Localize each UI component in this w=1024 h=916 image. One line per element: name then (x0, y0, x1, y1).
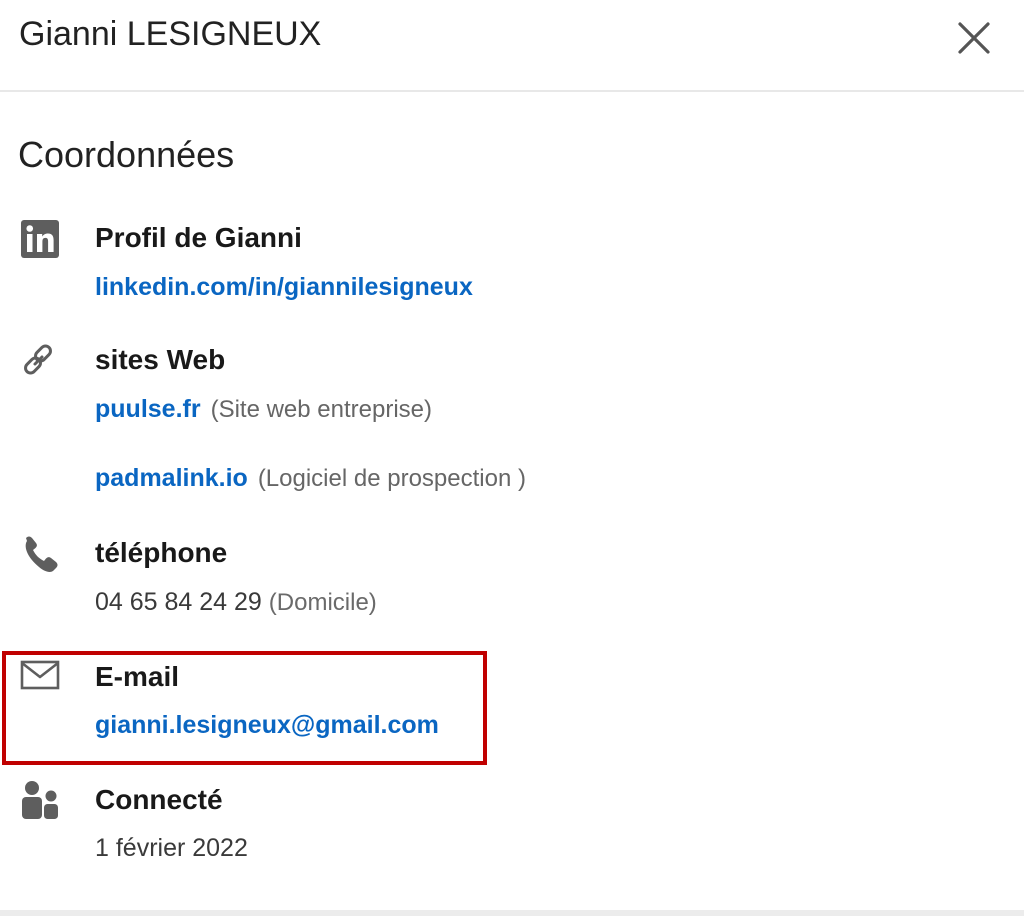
close-icon[interactable] (952, 16, 996, 60)
close-button[interactable] (952, 16, 996, 60)
email-highlight-box (2, 651, 487, 765)
modal-header: Gianni LESIGNEUX (0, 0, 1024, 92)
website-link[interactable]: puulse.fr (95, 395, 201, 423)
phone-value: 04 65 84 24 29 (Domicile) (95, 586, 377, 619)
phone-number: 04 65 84 24 29 (95, 588, 262, 616)
phone-note: (Domicile) (268, 589, 377, 616)
website-item: puulse.fr (Site web entreprise) (95, 393, 432, 426)
people-icon (20, 780, 62, 822)
connected-date: 1 février 2022 (95, 834, 248, 862)
modal-title: Gianni LESIGNEUX (19, 15, 322, 53)
connected-label: Connecté (95, 784, 223, 815)
email-label: E-mail (95, 661, 180, 692)
bottom-divider (0, 910, 1024, 916)
phone-icon (20, 533, 62, 575)
profile-link[interactable]: linkedin.com/in/giannilesigneux (95, 271, 473, 303)
envelope-icon (20, 658, 62, 700)
website-link[interactable]: padmalink.io (95, 464, 248, 492)
linkedin-icon (20, 219, 62, 261)
email-link[interactable]: gianni.lesigneux@gmail.com (95, 709, 439, 741)
website-note: (Logiciel de prospection ) (257, 465, 526, 492)
websites-label: sites Web (95, 344, 226, 375)
section-title: Coordonnées (18, 134, 235, 175)
phone-label: téléphone (95, 537, 228, 568)
website-note: (Site web entreprise) (210, 396, 433, 423)
profile-label: Profil de Gianni (95, 222, 302, 253)
website-item: padmalink.io (Logiciel de prospection ) (95, 462, 526, 495)
link-icon (20, 340, 62, 382)
